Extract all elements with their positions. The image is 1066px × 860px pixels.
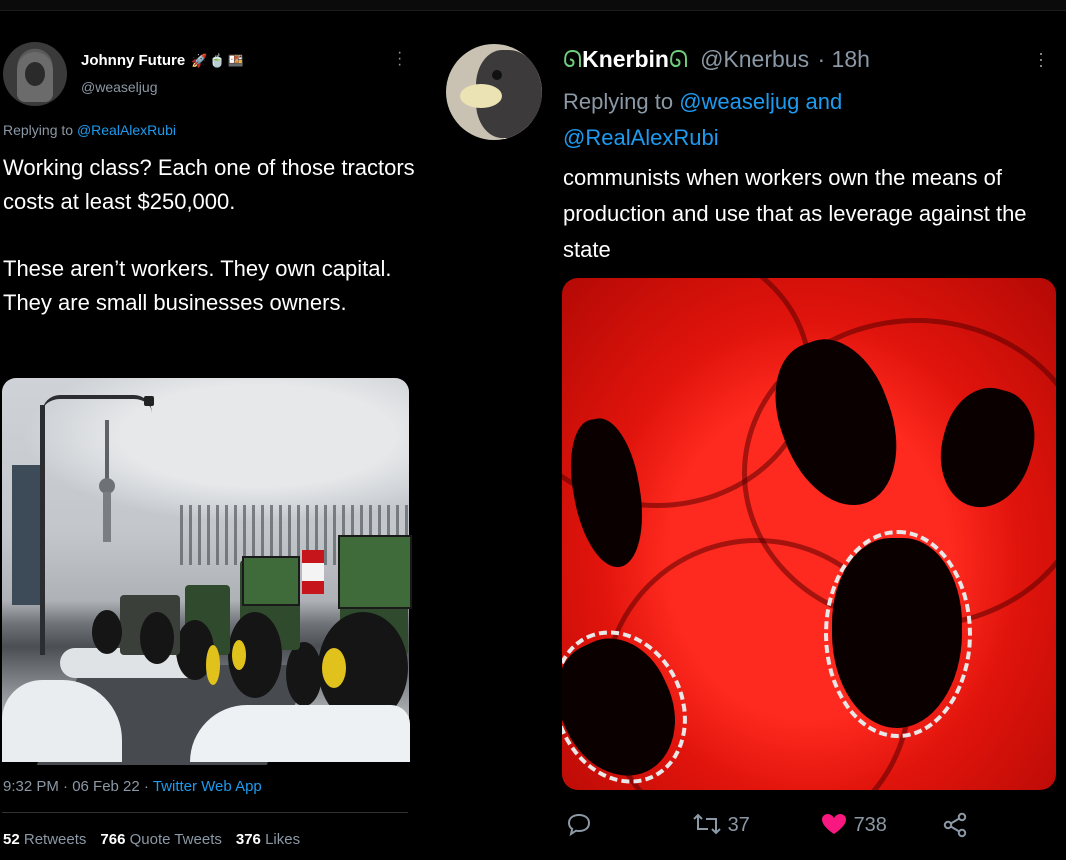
tweet-stats: 52 Retweets 766 Quote Tweets 376 Likes bbox=[3, 831, 300, 848]
photo-snowbank bbox=[190, 705, 410, 762]
photo-tractor-hub bbox=[322, 648, 346, 688]
author-handle[interactable]: @Knerbus bbox=[700, 46, 809, 72]
quotes-count: 766 bbox=[100, 831, 126, 848]
quotes-label: Quote Tweets bbox=[129, 831, 222, 848]
reply-prefix: Replying to bbox=[3, 122, 74, 138]
likes-stat[interactable]: 376 Likes bbox=[236, 831, 300, 848]
tweet-time[interactable]: · 18h bbox=[817, 46, 869, 72]
photo-tractor-wheel bbox=[92, 610, 122, 654]
likes-label: Likes bbox=[265, 831, 301, 848]
photo-tower-spire bbox=[105, 420, 109, 480]
avatar-face bbox=[25, 62, 45, 86]
like-count: 738 bbox=[853, 814, 887, 836]
avatar[interactable] bbox=[446, 44, 542, 140]
author-emoji: 🚀🍵🍱 bbox=[191, 53, 246, 68]
tweet-text: communists when workers own the means of… bbox=[563, 165, 1027, 262]
author-name[interactable]: Knerbin bbox=[582, 46, 669, 72]
timestamp-text: 9:32 PM · 06 Feb 22 · bbox=[3, 778, 153, 795]
tweet-timestamp: 9:32 PM · 06 Feb 22 · Twitter Web App bbox=[3, 778, 262, 795]
retweet-count: 37 bbox=[727, 814, 750, 836]
more-options-icon[interactable]: · · · bbox=[1038, 44, 1044, 74]
tweet-paragraph: Working class? Each one of those tractor… bbox=[3, 155, 415, 214]
avatar[interactable] bbox=[3, 42, 67, 106]
name-icon: ᘏ bbox=[668, 46, 689, 72]
photo-flag bbox=[302, 550, 324, 594]
photo-tractor-wheel bbox=[286, 642, 322, 706]
photo-tractor-wheel bbox=[140, 612, 174, 664]
heart-icon bbox=[822, 814, 846, 834]
author-name[interactable]: Johnny Future 🚀🍵🍱 bbox=[81, 52, 246, 69]
share-icon bbox=[943, 812, 967, 838]
share-action[interactable] bbox=[942, 812, 968, 844]
name-icon: ᘏ bbox=[563, 46, 583, 72]
reply-and: and bbox=[805, 89, 843, 114]
retweets-label: Retweets bbox=[23, 831, 87, 848]
reply-action[interactable] bbox=[565, 812, 593, 844]
retweets-count: 52 bbox=[3, 831, 20, 848]
tweet-text: Working class? Each one of those tractor… bbox=[3, 151, 415, 353]
image-teeth bbox=[824, 530, 972, 738]
photo-building bbox=[12, 465, 42, 605]
author-name-text: Johnny Future bbox=[81, 52, 186, 69]
more-options-icon[interactable]: · · · bbox=[397, 45, 402, 73]
author-line: ᘏKnerbinᘏ @Knerbus · 18h bbox=[563, 46, 870, 73]
right-tweet: ᘏKnerbinᘏ @Knerbus · 18h · · · Replying to … bbox=[430, 0, 1066, 860]
divider bbox=[2, 812, 408, 813]
retweet-action[interactable]: 37 bbox=[692, 812, 750, 837]
photo-tractor-hub bbox=[206, 645, 220, 685]
photo-streetlight-arm bbox=[42, 395, 152, 413]
quotes-stat[interactable]: 766 Quote Tweets bbox=[100, 831, 221, 848]
like-action[interactable]: 738 bbox=[820, 812, 887, 837]
photo-streetlight-lamp bbox=[144, 396, 154, 406]
photo-tower-shaft bbox=[103, 492, 111, 542]
avatar-eye bbox=[492, 70, 502, 80]
tweet-paragraph: These aren’t workers. They own capital. … bbox=[3, 256, 392, 315]
mention-link[interactable]: @weaseljug bbox=[679, 89, 799, 114]
avatar-beak bbox=[460, 84, 502, 108]
photo-tractor-cab bbox=[242, 556, 300, 606]
mention-link[interactable]: @RealAlexRubi bbox=[77, 122, 176, 138]
reply-prefix: Replying to bbox=[563, 89, 674, 114]
speech-bubble-icon bbox=[567, 813, 591, 837]
photo-streetlight-pole bbox=[40, 405, 45, 655]
retweet-icon bbox=[693, 813, 721, 835]
photo-tractor-cab bbox=[338, 535, 412, 609]
client-link[interactable]: Twitter Web App bbox=[153, 778, 262, 795]
reply-context: Replying to @RealAlexRubi bbox=[3, 122, 176, 138]
left-tweet: Johnny Future 🚀🍵🍱 @weaseljug · · · Replying… bbox=[0, 0, 420, 860]
author-handle[interactable]: @weaseljug bbox=[81, 79, 157, 95]
tweet-image[interactable] bbox=[562, 278, 1056, 790]
photo-tractor-hub bbox=[232, 640, 246, 670]
mention-link[interactable]: @RealAlexRubi bbox=[563, 125, 719, 150]
reply-context: Replying to @weaseljug and @RealAlexRubi bbox=[563, 84, 1003, 156]
likes-count: 376 bbox=[235, 831, 261, 848]
retweets-stat[interactable]: 52 Retweets bbox=[3, 831, 86, 848]
